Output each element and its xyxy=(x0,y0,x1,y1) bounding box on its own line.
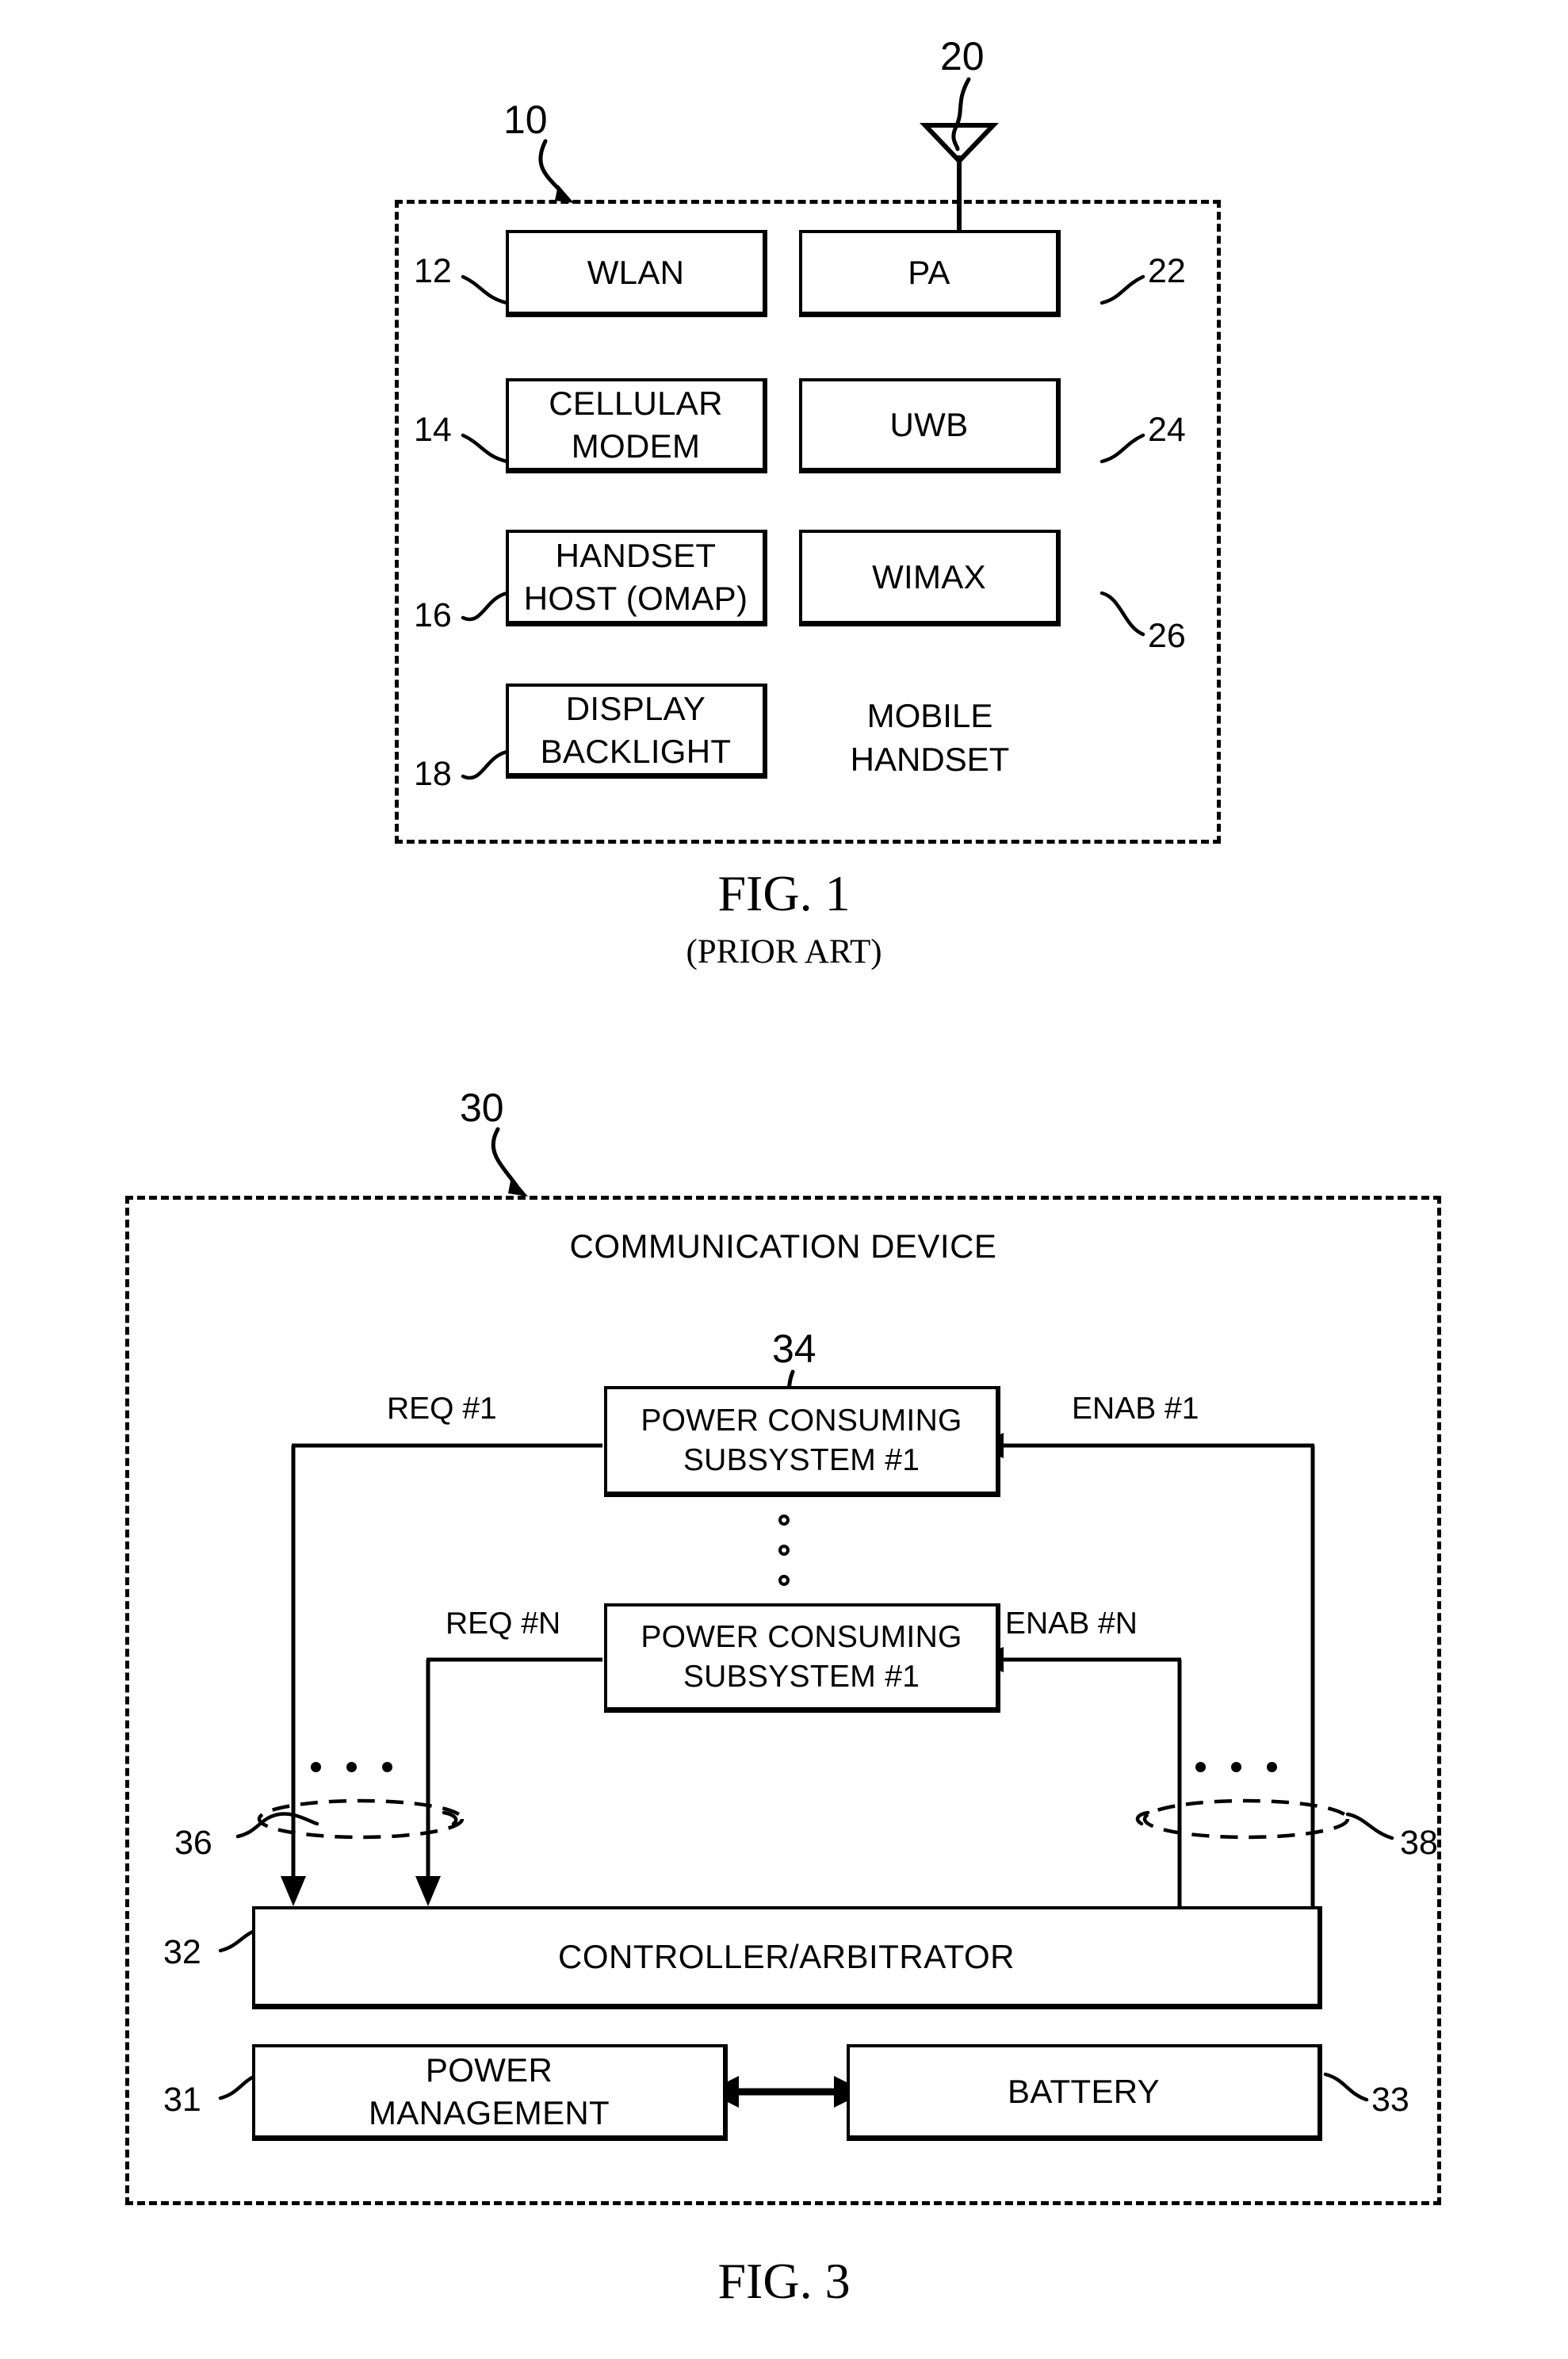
figure3-battery-ref: 33 xyxy=(1371,2081,1409,2119)
figure3-request-bus-ellipsis xyxy=(311,1762,392,1772)
figure3-enclosure-ref: 30 xyxy=(460,1086,504,1130)
figure3-subsystem1-ref: 34 xyxy=(772,1327,817,1371)
figure3-controller-arbitrator-ref: 32 xyxy=(163,1933,201,1971)
figure3-enabn-label: ENAB #N xyxy=(1005,1606,1138,1641)
figure3-caption: FIG. 3 xyxy=(717,2253,851,2309)
figure3-enclosure-title: COMMUNICATION DEVICE xyxy=(569,1227,997,1265)
figure3-power-management-label: POWER MANAGEMENT xyxy=(368,2051,610,2131)
figure3-enab1-label: ENAB #1 xyxy=(1072,1392,1199,1426)
figure3-req1-label: REQ #1 xyxy=(387,1392,497,1426)
figure3-subsystem-1[interactable]: POWER CONSUMING SUBSYSTEM #1 xyxy=(604,1386,1000,1497)
figure3-power-management[interactable]: POWER MANAGEMENT xyxy=(252,2044,728,2141)
figure3-enable-bus-ellipsis xyxy=(1195,1762,1277,1772)
figure3-controller-arbitrator-label: CONTROLLER/ARBITRATOR xyxy=(557,1937,1015,1975)
figure3-subsystem-n-label: POWER CONSUMING SUBSYSTEM #1 xyxy=(641,1619,962,1694)
figure3-subsystem-n[interactable]: POWER CONSUMING SUBSYSTEM #1 xyxy=(604,1603,1000,1713)
figure3-subsystem-vertical-ellipsis xyxy=(778,1515,790,1586)
figure3-battery[interactable]: BATTERY xyxy=(847,2044,1322,2141)
figure3-request-bus-ref: 36 xyxy=(174,1824,212,1862)
figure3-power-management-ref: 31 xyxy=(163,2081,201,2119)
figure3-enable-bus-ref: 38 xyxy=(1400,1824,1438,1862)
figure3-controller-arbitrator[interactable]: CONTROLLER/ARBITRATOR xyxy=(252,1906,1322,2009)
figure3-battery-label: BATTERY xyxy=(1008,2072,1160,2110)
figure-3: 30 COMMUNICATION DEVICE 34 POWER CONSUMI… xyxy=(0,0,1568,2359)
figure3-subsystem-1-label: POWER CONSUMING SUBSYSTEM #1 xyxy=(641,1403,962,1477)
figure3-reqn-label: REQ #N xyxy=(446,1606,561,1641)
